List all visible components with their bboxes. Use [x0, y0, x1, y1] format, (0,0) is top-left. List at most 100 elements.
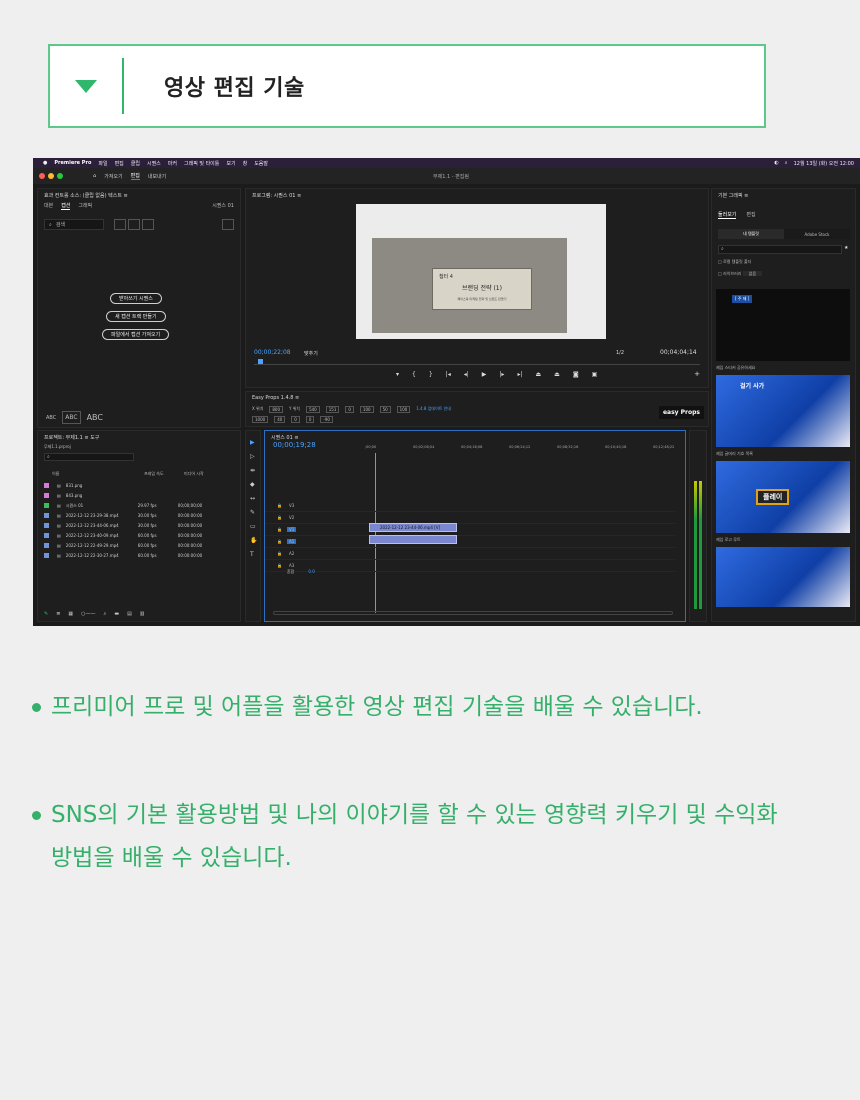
home-icon[interactable]: ⌂ [93, 173, 96, 179]
menu-edit[interactable]: 편집 [115, 160, 124, 167]
program-scrubber[interactable] [254, 359, 700, 365]
project-row[interactable]: ▤ 831.png [44, 481, 234, 490]
easy-props-tab[interactable]: Easy Props 1.4.8 ≡ [252, 395, 299, 401]
project-row[interactable]: ▤ 2022-12-12 22-30-27.mp4 60.00 fps 00:00:0… [44, 551, 234, 560]
menu-view[interactable]: 보기 [226, 160, 235, 167]
eg-search-input[interactable]: ⌕ [718, 245, 842, 254]
video-clip[interactable]: 2022-12-12 23-44-06.mp4 [V] [369, 523, 457, 532]
template-thumb-3[interactable]: 플레이 [716, 461, 850, 533]
star-icon[interactable]: ★ [844, 245, 848, 251]
mark-in-icon[interactable]: { [412, 371, 416, 378]
tab-edit[interactable]: 편집 [746, 211, 755, 219]
style-abc-small[interactable]: ABC [46, 415, 56, 421]
go-to-in-icon[interactable]: |◂ [446, 371, 451, 378]
workspace-edit[interactable]: 편집 [130, 172, 140, 180]
close-window-button[interactable] [39, 173, 45, 179]
zoom-slider[interactable]: ○—— [81, 611, 95, 617]
template-thumb-2[interactable]: 걸기 사가 [716, 375, 850, 447]
field-value-6[interactable]: 100 [359, 406, 374, 413]
folder-icon[interactable]: ▬ [114, 611, 119, 617]
track-label[interactable]: V1 [287, 527, 297, 532]
field-value-11[interactable]: 0 [291, 416, 300, 423]
track-row[interactable]: V2 🔒 [265, 513, 675, 524]
transcribe-sequence-button[interactable]: 받아쓰기 시퀀스 [110, 293, 162, 304]
easy-props-version[interactable]: 1.4.8 업데이트 안내 [416, 406, 451, 413]
track-select-icon[interactable]: ▷ [250, 453, 257, 460]
wifi-icon[interactable]: ◐ [774, 160, 778, 167]
project-row[interactable]: ▤ 2022-12-12 23-44-06.mp4 30.00 fps 00:00:0… [44, 521, 234, 530]
track-row[interactable]: A3 🔒 [265, 561, 675, 572]
prev-icon[interactable] [114, 219, 126, 230]
project-row[interactable]: ▤ 843.png [44, 491, 234, 500]
project-row[interactable]: ▤ 2022-12-12 22-49-29.mp4 60.00 fps 00:00:0… [44, 541, 234, 550]
track-row[interactable]: V3 🔒 [265, 501, 675, 512]
adobe-stock-button[interactable]: Adobe Stock [784, 229, 850, 239]
selection-tool-icon[interactable]: ▶ [250, 439, 257, 446]
minimize-window-button[interactable] [48, 173, 54, 179]
audio-clip[interactable] [369, 535, 457, 544]
accordion-header[interactable]: 영상 편집 기술 [48, 44, 766, 128]
search-icon[interactable]: ⌕ [785, 160, 788, 167]
project-panel-tab[interactable]: 프로젝트: 무제1.1 ≡ 도구 [44, 434, 99, 441]
new-caption-track-button[interactable]: 새 캡션 트랙 만들기 [106, 311, 166, 322]
extract-icon[interactable]: ⏏ [554, 371, 560, 378]
menu-window[interactable]: 창 [243, 160, 248, 167]
template-thumb-4[interactable] [716, 547, 850, 607]
lock-icon[interactable]: 🔒 [277, 551, 282, 556]
track-row[interactable]: V1 🔒 [265, 525, 675, 536]
track-label[interactable]: V3 [287, 503, 296, 508]
hand-icon[interactable]: ✋ [250, 537, 257, 544]
column-name[interactable]: 이름 [52, 471, 144, 477]
new-item-icon[interactable]: ▤ [127, 611, 132, 617]
project-row[interactable]: ▤ 2022-12-12 23-40-09.mp4 60.00 fps 00:00:0… [44, 531, 234, 540]
field-value-7[interactable]: 50 [379, 406, 391, 413]
fit-dropdown[interactable]: 맞추기 [304, 350, 318, 357]
menu-graphics[interactable]: 그래픽 및 타이틀 [184, 160, 219, 167]
timeline-tab[interactable]: 시퀀스 01 ≡ [271, 434, 299, 441]
timeline-ruler[interactable]: ;00;00 00;02;08;04 00;04;16;08 00;06;24;12 0… [365, 445, 685, 453]
field-value-8[interactable]: 100 [396, 406, 411, 413]
track-label[interactable]: A3 [287, 563, 296, 568]
project-row[interactable]: ▤ 2022-12-12 23-29-38.mp4 30.00 fps 00:00:0… [44, 511, 234, 520]
menu-clip[interactable]: 클립 [131, 160, 140, 167]
timeline-scrollbar[interactable] [273, 611, 673, 615]
app-name[interactable]: Premiere Pro [54, 160, 91, 166]
field-value-4[interactable]: 151 [325, 406, 340, 413]
play-icon[interactable]: ▶ [482, 371, 487, 378]
track-row[interactable]: A1 🔒 [265, 537, 675, 548]
tab-browse[interactable]: 둘러보기 [718, 211, 737, 219]
track-label[interactable]: A2 [287, 551, 296, 556]
zoom-window-button[interactable] [57, 173, 63, 179]
timeline-timecode[interactable]: 00;00;19;28 [273, 441, 316, 449]
step-back-icon[interactable]: ◂| [464, 371, 469, 378]
tab-graphics[interactable]: 그래픽 [78, 202, 92, 210]
refresh-icon[interactable] [142, 219, 154, 230]
compare-icon[interactable]: ▣ [592, 371, 598, 378]
field-x-value[interactable]: 800 [269, 406, 284, 413]
workspace-import[interactable]: 가져오기 [104, 173, 122, 180]
list-view-icon[interactable]: ≣ [56, 611, 60, 617]
import-captions-button[interactable]: 파일에서 캡션 가져오기 [102, 329, 170, 340]
library-dropdown[interactable]: 없음 [742, 271, 763, 276]
track-label[interactable]: V2 [287, 515, 296, 520]
lift-icon[interactable]: ⏏ [535, 371, 541, 378]
marker-icon[interactable]: ▾ [396, 371, 399, 378]
rectangle-icon[interactable]: ▭ [250, 523, 257, 530]
eg-check-library[interactable]: □ 라이브러리 없음 [718, 271, 763, 277]
mix-value[interactable]: 0.0 [308, 569, 314, 575]
essential-graphics-tab[interactable]: 기본 그래픽 ≡ [718, 192, 748, 199]
lock-icon[interactable]: 🔒 [277, 503, 282, 508]
menu-marker[interactable]: 마커 [168, 160, 177, 167]
template-thumb-1[interactable]: [ 주 제 ] [716, 289, 850, 361]
program-monitor-tab[interactable]: 프로그램: 시퀀스 01 ≡ [252, 192, 301, 199]
program-timecode[interactable]: 00;00;22;08 [254, 349, 291, 356]
column-start[interactable]: 미디어 시작 [184, 471, 204, 477]
field-value-10[interactable]: 40 [274, 416, 286, 423]
field-value-12[interactable]: 0 [305, 416, 315, 423]
step-forward-icon[interactable]: |▸ [499, 371, 504, 378]
field-value-13[interactable]: -90 [320, 416, 333, 423]
next-icon[interactable] [128, 219, 140, 230]
menu-sequence[interactable]: 시퀀스 [147, 160, 161, 167]
razor-icon[interactable]: ◆ [250, 481, 257, 488]
pen-icon[interactable]: ✎ [250, 509, 257, 516]
